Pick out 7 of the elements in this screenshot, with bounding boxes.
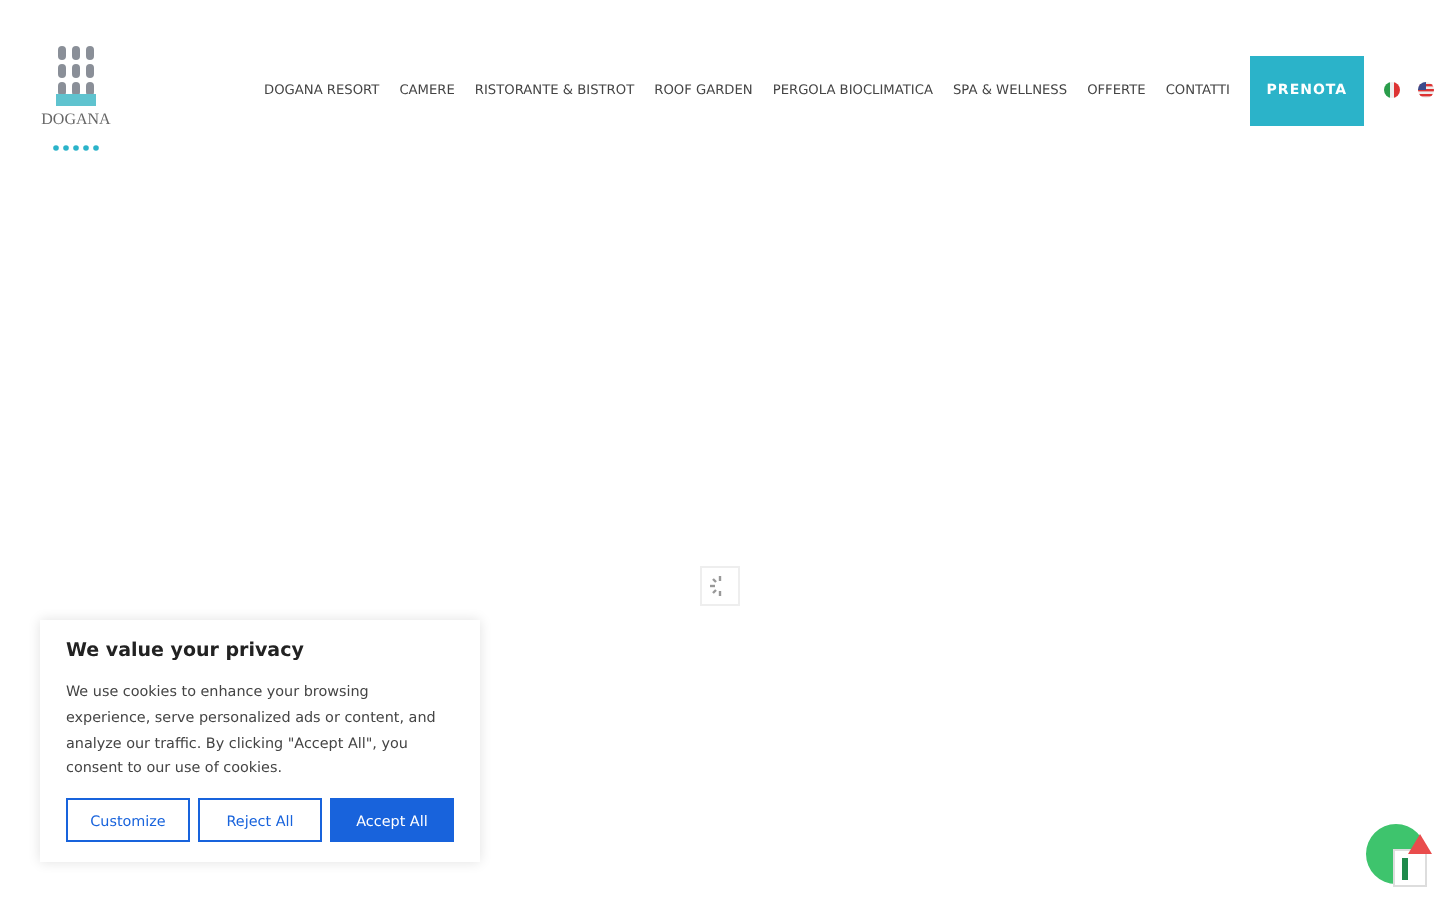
cookie-title: We value your privacy xyxy=(66,640,306,662)
logo-text: DOGANA xyxy=(41,109,111,127)
loading-spinner-icon xyxy=(700,566,740,606)
us-flag-icon[interactable] xyxy=(1417,82,1434,98)
building-icon xyxy=(56,45,96,105)
italian-flag-icon[interactable] xyxy=(1383,82,1400,98)
chat-lock-icon[interactable] xyxy=(1364,822,1436,890)
